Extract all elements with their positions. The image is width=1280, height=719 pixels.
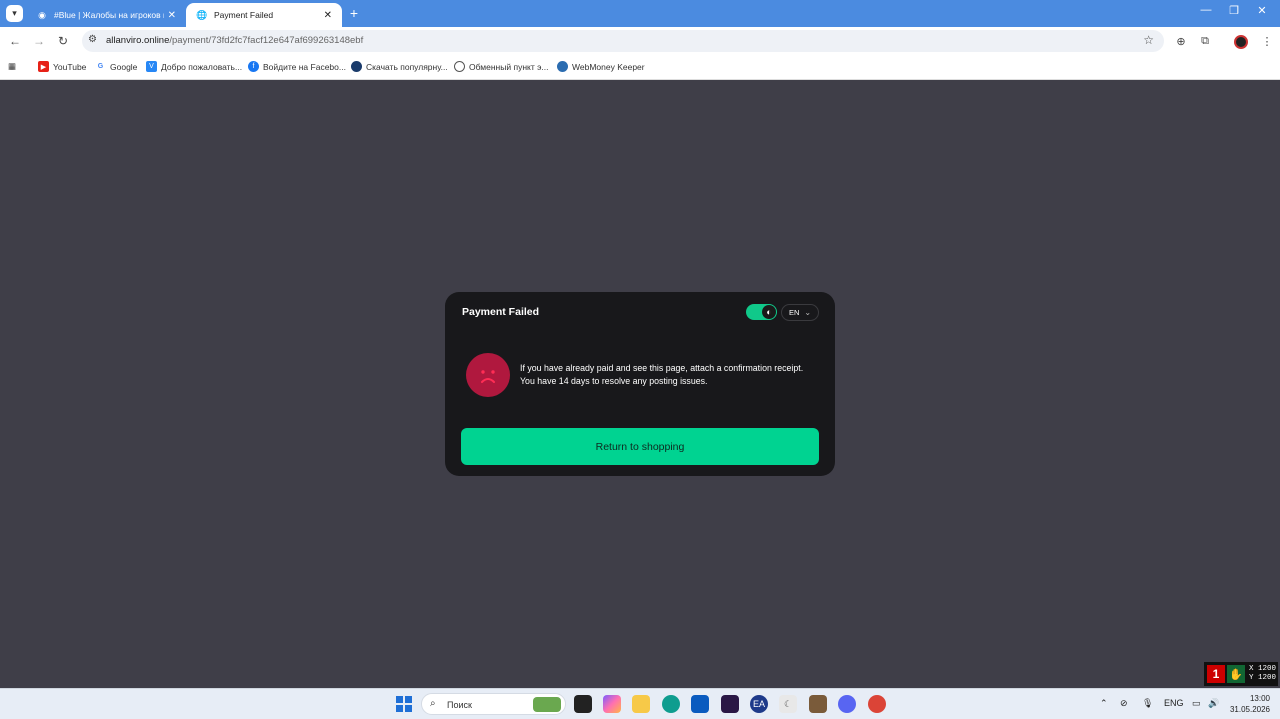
search-icon: ⌕ [430, 698, 436, 709]
taskbar-clock[interactable]: 13:00 31.05.2026 [1226, 693, 1270, 715]
bookmark-exchange[interactable]: Обменный пункт э... [454, 61, 549, 72]
bookmark-youtube[interactable]: ▶ YouTube [38, 61, 86, 72]
tab-title: #Blue | Жалобы на игроков го [54, 10, 164, 20]
restore-icon[interactable]: ❐ [1224, 4, 1244, 17]
extensions-icon[interactable]: ⧉ [1198, 34, 1212, 48]
bookmark-label: Обменный пункт э... [469, 61, 549, 72]
site-info-icon[interactable]: ⚙ [88, 34, 97, 45]
display-icon[interactable]: ▭ [1192, 698, 1201, 709]
bookmark-label: WebMoney Keeper [572, 61, 645, 72]
bookmark-vk[interactable]: V Добро пожаловать... [146, 61, 242, 72]
moon-icon: ◐ [762, 305, 776, 319]
discord-icon[interactable] [838, 695, 856, 713]
bookmark-star-icon[interactable]: ☆ [1143, 33, 1154, 47]
payment-failed-card: Payment Failed ◐ EN ⌄ If you have alread… [445, 292, 835, 476]
google-icon: G [95, 61, 106, 72]
ea-icon[interactable]: EA [750, 695, 768, 713]
youtube-icon: ▶ [38, 61, 49, 72]
input-language[interactable]: ENG [1164, 698, 1184, 708]
error-message: If you have already paid and see this pa… [520, 362, 825, 388]
tab-search-button[interactable]: ▾ [6, 5, 23, 22]
window-close-icon[interactable]: ✕ [1252, 4, 1272, 17]
bookmark-webmoney[interactable]: WebMoney Keeper [557, 61, 645, 72]
game-icon[interactable] [809, 695, 827, 713]
message-line: You have 14 days to resolve any posting … [520, 376, 708, 386]
tab-active[interactable]: 🌐 Payment Failed ✕ [186, 3, 342, 27]
bookmark-label: Войдите на Facebo... [263, 61, 346, 72]
bookmark-label: Скачать популярну... [366, 61, 448, 72]
obsidian-icon[interactable] [721, 695, 739, 713]
bookmark-google[interactable]: G Google [95, 61, 137, 72]
bookmark-label: Google [110, 61, 138, 72]
reload-icon[interactable]: ↻ [56, 34, 70, 48]
weather-icon[interactable]: ☾ [779, 695, 797, 713]
bookmarks-bar: ▦ ▶ YouTube G Google V Добро пожаловать.… [0, 55, 1280, 80]
outlook-icon[interactable] [691, 695, 709, 713]
minimize-icon[interactable]: — [1196, 4, 1216, 16]
language-value: EN [789, 308, 800, 317]
clock-date: 31.05.2026 [1229, 705, 1270, 714]
chrome-icon[interactable] [868, 695, 886, 713]
copilot-icon[interactable] [603, 695, 621, 713]
eye-icon: ◉ [38, 9, 46, 20]
globe-icon [351, 61, 362, 72]
menu-icon[interactable]: ⋮ [1260, 34, 1274, 48]
network-off-icon[interactable]: ⊘ [1120, 698, 1128, 709]
address-bar[interactable]: ⚙ allanviro.online/payment/73fd2fc7facf1… [82, 30, 1164, 52]
browser-toolbar: ← → ↻ ⚙ allanviro.online/payment/73fd2fc… [0, 27, 1280, 55]
new-tab-button[interactable]: + [346, 5, 362, 21]
clock-time: 13:00 [1249, 694, 1270, 703]
volume-icon[interactable]: 🔊 [1208, 698, 1219, 709]
theme-toggle[interactable]: ◐ [746, 304, 777, 320]
globe-icon: 🌐 [196, 9, 208, 20]
webmoney-icon [557, 61, 568, 72]
forward-icon[interactable]: → [32, 34, 46, 48]
tray-chevron-icon[interactable]: ⌃ [1100, 698, 1108, 709]
message-line: If you have already paid and see this pa… [520, 363, 804, 373]
search-highlight-icon [533, 697, 561, 712]
chevron-down-icon: ⌄ [804, 308, 812, 317]
coordinate-readout: X 1200 Y 1200 [1249, 665, 1276, 683]
bookmark-label: Добро пожаловать... [161, 61, 243, 72]
file-explorer-icon[interactable] [632, 695, 650, 713]
globe-icon [454, 61, 465, 72]
y-readout: Y 1200 [1249, 674, 1277, 682]
back-icon[interactable]: ← [8, 34, 22, 48]
tab-close-icon[interactable]: ✕ [324, 10, 332, 21]
tab-strip: ▾ ◉ #Blue | Жалобы на игроков го ✕ 🌐 Pay… [0, 0, 1280, 27]
bookmark-facebook[interactable]: f Войдите на Facebo... [248, 61, 346, 72]
facebook-icon: f [248, 61, 259, 72]
coordinate-widget: 1 ✋ X 1200 Y 1200 [1204, 662, 1278, 686]
tab-title: Payment Failed [214, 10, 274, 20]
taskbar: ⌕ Поиск EA ☾ ⌃ ⊘ 🎙 ENG ▭ 🔊 13:00 31.05.2… [0, 688, 1280, 719]
apps-grid-icon[interactable]: ▦ [8, 61, 16, 72]
vk-icon: V [146, 61, 157, 72]
windows-start-icon[interactable] [396, 696, 412, 712]
sad-face-icon [466, 353, 510, 397]
taskbar-search[interactable]: ⌕ Поиск [421, 693, 566, 715]
edge-icon[interactable] [662, 695, 680, 713]
profile-avatar[interactable] [1234, 35, 1248, 49]
tab-close-icon[interactable]: ✕ [168, 10, 176, 21]
hand-icon[interactable]: ✋ [1227, 665, 1245, 683]
app-1-icon[interactable]: 1 [1207, 665, 1225, 683]
language-select[interactable]: EN ⌄ [781, 304, 819, 321]
bookmark-label: YouTube [53, 61, 87, 72]
search-placeholder: Поиск [447, 700, 472, 710]
url-text[interactable]: allanviro.online/payment/73fd2fc7facf12e… [106, 35, 363, 46]
microphone-icon[interactable]: 🎙 [1142, 698, 1153, 709]
x-readout: X 1200 [1249, 665, 1277, 673]
bookmark-download[interactable]: Скачать популярну... [351, 61, 448, 72]
tab-inactive[interactable]: ◉ #Blue | Жалобы на игроков го ✕ [26, 3, 186, 27]
card-title: Payment Failed [462, 306, 540, 318]
translate-icon[interactable]: ⊕ [1174, 34, 1188, 48]
return-to-shopping-button[interactable]: Return to shopping [461, 428, 819, 465]
task-view-icon[interactable] [574, 695, 592, 713]
